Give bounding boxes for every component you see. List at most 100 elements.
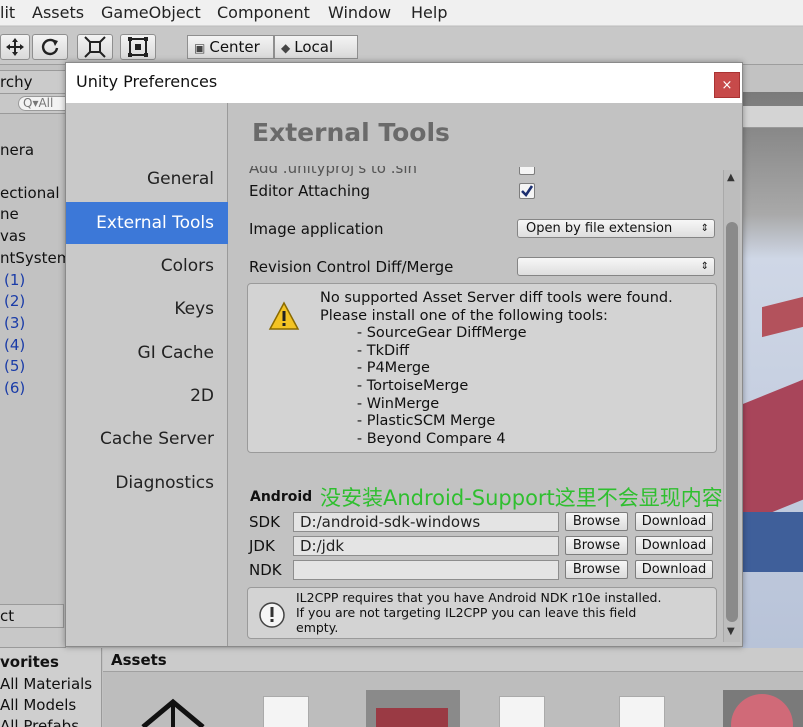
hierarchy-item[interactable]: (2): [4, 292, 25, 310]
nav-item-external-tools[interactable]: External Tools: [66, 202, 228, 244]
file-icon[interactable]: [499, 696, 545, 727]
sdk-label: SDK: [249, 513, 280, 531]
move-tool-button[interactable]: [0, 34, 30, 60]
file-icon[interactable]: [619, 696, 665, 727]
revision-control-label: Revision Control Diff/Merge: [249, 258, 454, 276]
rect-tool-button[interactable]: [120, 34, 156, 60]
scene-header: [742, 106, 803, 128]
ndk-browse-button[interactable]: Browse: [565, 560, 628, 579]
unity-logo-icon: [141, 698, 205, 727]
cube-object[interactable]: [762, 296, 803, 338]
ndk-path-field[interactable]: [293, 560, 559, 580]
menu-gameobject[interactable]: GameObject: [101, 3, 201, 22]
nav-item-gi-cache[interactable]: GI Cache: [66, 333, 228, 373]
menu-assets[interactable]: Assets: [32, 3, 84, 22]
plane-shadow: [742, 512, 803, 572]
scene-view[interactable]: [742, 92, 803, 648]
il2cpp-helpbox: IL2CPP requires that you have Android ND…: [247, 587, 717, 639]
android-section-label: Android: [250, 489, 313, 505]
scroll-up-icon[interactable]: ▲: [727, 172, 735, 183]
revision-control-dropdown[interactable]: ⇕: [517, 257, 715, 276]
jdk-path-field[interactable]: D:/jdk: [293, 536, 559, 556]
editor-attaching-label: Editor Attaching: [249, 182, 371, 200]
tab-hierarchy[interactable]: rchy: [0, 70, 66, 94]
ndk-label: NDK: [249, 561, 282, 579]
sdk-browse-button[interactable]: Browse: [565, 512, 628, 531]
annotation-text: 没安装Android-Support这里不会显现内容: [320, 486, 723, 510]
hierarchy-list: nera ectional L ne vas ntSystem (1) (2) …: [0, 115, 73, 603]
hierarchy-item[interactable]: nera: [0, 141, 34, 159]
image-application-dropdown[interactable]: Open by file extension ⇕: [517, 219, 715, 238]
scale-tool-button[interactable]: [77, 34, 113, 60]
nav-item-2d[interactable]: 2D: [66, 376, 228, 416]
rotate-icon: [41, 38, 59, 56]
menu-component[interactable]: Component: [217, 3, 310, 22]
material-thumbnail[interactable]: [723, 690, 803, 727]
scroll-down-icon[interactable]: ▼: [727, 626, 735, 637]
cube-object[interactable]: [742, 379, 803, 525]
nav-item-keys[interactable]: Keys: [66, 289, 228, 329]
nav-item-diagnostics[interactable]: Diagnostics: [66, 463, 228, 503]
pivot-local-label: Local: [294, 38, 334, 56]
hierarchy-item[interactable]: (6): [4, 379, 25, 397]
diff-tools-message: No supported Asset Server diff tools wer…: [320, 290, 673, 447]
hierarchy-item[interactable]: ne: [0, 205, 19, 223]
warning-icon: [268, 301, 300, 330]
hierarchy-item[interactable]: (1): [4, 271, 25, 289]
jdk-label: JDK: [249, 537, 275, 555]
nav-item-cache-server[interactable]: Cache Server: [66, 419, 228, 459]
favorites-item[interactable]: All Prefabs: [0, 717, 79, 727]
favorites-panel: vorites All Materials All Models All Pre…: [0, 648, 102, 727]
pivot-icon: ▣: [194, 41, 206, 55]
dropdown-arrow-icon: ⇕: [700, 261, 709, 272]
rotate-tool-button[interactable]: [32, 34, 68, 60]
scale-icon: [84, 36, 106, 58]
content-scrollbar[interactable]: ▲ ▼: [723, 170, 740, 642]
window-title: Unity Preferences: [76, 72, 218, 91]
hierarchy-item[interactable]: (5): [4, 357, 25, 375]
ndk-download-button[interactable]: Download: [635, 560, 713, 579]
hierarchy-item[interactable]: ectional L: [0, 184, 73, 202]
file-icon[interactable]: [263, 696, 309, 727]
close-button[interactable]: ×: [714, 72, 740, 98]
rect-tool-icon: [128, 37, 148, 57]
hierarchy-search-bar: Q▾All: [0, 94, 66, 114]
assets-header: Assets: [103, 648, 803, 672]
diff-tools-helpbox: No supported Asset Server diff tools wer…: [247, 283, 717, 453]
menu-edit[interactable]: lit: [0, 3, 15, 22]
favorites-item[interactable]: All Models: [0, 696, 76, 714]
favorites-header[interactable]: vorites: [0, 653, 59, 671]
editor-attaching-checkbox[interactable]: [519, 183, 535, 199]
tab-project[interactable]: ct: [0, 604, 64, 628]
pivot-local-toggle[interactable]: ◆ Local: [274, 35, 358, 59]
add-unityproj-label: Add .unityproj's to .sln: [249, 159, 418, 177]
hierarchy-search-input[interactable]: Q▾All: [18, 96, 66, 111]
sdk-download-button[interactable]: Download: [635, 512, 713, 531]
checkmark-icon: [521, 185, 534, 198]
menu-window[interactable]: Window: [328, 3, 391, 22]
hierarchy-item[interactable]: (4): [4, 336, 25, 354]
image-application-label: Image application: [249, 220, 384, 238]
add-unityproj-checkbox[interactable]: [519, 167, 535, 175]
scrollbar-thumb[interactable]: [726, 222, 738, 622]
jdk-download-button[interactable]: Download: [635, 536, 713, 555]
pivot-center-label: Center: [209, 38, 260, 56]
hierarchy-item[interactable]: (3): [4, 314, 25, 332]
jdk-browse-button[interactable]: Browse: [565, 536, 628, 555]
preferences-content: Add .unityproj's to .sln Editor Attachin…: [229, 103, 742, 646]
hierarchy-item[interactable]: ntSystem: [0, 249, 71, 267]
material-thumbnail[interactable]: [366, 690, 460, 727]
menu-bar: lit Assets GameObject Component Window H…: [0, 0, 803, 26]
dropdown-arrow-icon: ⇕: [700, 223, 709, 234]
favorites-item[interactable]: All Materials: [0, 675, 92, 693]
page-title: External Tools: [252, 118, 450, 147]
pivot-center-toggle[interactable]: ▣ Center: [187, 35, 274, 59]
hierarchy-item[interactable]: vas: [0, 227, 26, 245]
menu-help[interactable]: Help: [411, 3, 447, 22]
sdk-path-field[interactable]: D:/android-sdk-windows: [293, 512, 559, 532]
toolbar: ▣ Center ◆ Local: [0, 27, 803, 65]
image-application-value: Open by file extension: [526, 221, 673, 236]
nav-item-colors[interactable]: Colors: [66, 246, 228, 286]
move-icon: [6, 38, 24, 56]
nav-item-general[interactable]: General: [66, 159, 228, 199]
